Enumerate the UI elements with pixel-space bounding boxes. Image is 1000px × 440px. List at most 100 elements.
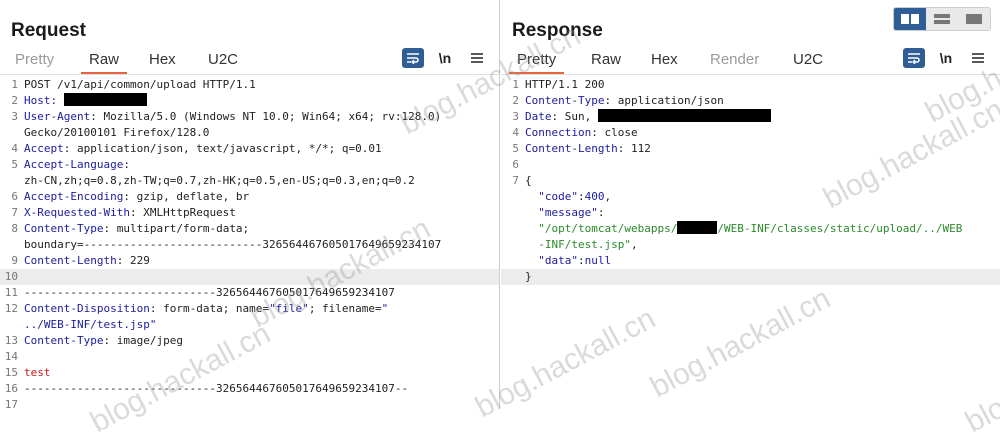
- token: Connection: [525, 126, 592, 139]
- token: :: [577, 190, 585, 203]
- code-line: 4 Connection: close: [501, 125, 1000, 141]
- line-text: {: [525, 173, 532, 189]
- line-number: 3: [512, 110, 519, 123]
- token: Content-Type: [525, 94, 605, 107]
- token: "data": [525, 254, 578, 267]
- layout-stacked-button[interactable]: [926, 8, 958, 30]
- line-text: POST /v1/api/common/upload HTTP/1.1: [24, 77, 256, 93]
- token: -INF/test.jsp": [525, 238, 631, 251]
- line-text: Content-Type: application/json: [525, 93, 724, 109]
- token: X-Requested-With: [24, 206, 130, 219]
- request-tab-raw[interactable]: Raw: [80, 50, 128, 74]
- response-tab-hex[interactable]: Hex: [651, 50, 678, 70]
- token: : Sun,: [551, 110, 598, 123]
- code-line: boundary=---------------------------3265…: [0, 237, 499, 253]
- code-line: 5 Content-Length: 112: [501, 141, 1000, 157]
- code-line: Gecko/20100101 Firefox/128.0: [0, 125, 499, 141]
- line-text: Accept-Encoding: gzip, deflate, br: [24, 189, 249, 205]
- line-text: Content-Disposition: form-data; name="fi…: [24, 301, 388, 317]
- code-line: 6 Accept-Encoding: gzip, deflate, br: [0, 189, 499, 205]
- code-line: "message":: [501, 205, 1000, 221]
- code-line: 7 X-Requested-With: XMLHttpRequest: [0, 205, 499, 221]
- token: -----------------------------32656446760…: [24, 286, 395, 299]
- line-text: boundary=---------------------------3265…: [24, 237, 441, 253]
- response-newline-toggle[interactable]: \n: [935, 48, 957, 68]
- line-text: "data":null: [525, 253, 611, 269]
- request-tab-u2c[interactable]: U2C: [208, 50, 238, 70]
- line-text: Content-Type: multipart/form-data;: [24, 221, 249, 237]
- token: ; filename=: [308, 302, 382, 315]
- line-number: 9: [11, 254, 18, 267]
- layout-single-button[interactable]: [958, 8, 990, 30]
- request-title: Request: [11, 20, 86, 41]
- line-text: -INF/test.jsp",: [525, 237, 637, 253]
- code-line: "data":null: [501, 253, 1000, 269]
- line-number: 11: [4, 286, 18, 299]
- line-text: Date: Sun,: [525, 109, 771, 125]
- token: : XMLHttpRequest: [129, 206, 236, 219]
- code-line: 10: [0, 269, 499, 285]
- code-line: "code":400,: [501, 189, 1000, 205]
- token: User-Agent: [24, 110, 91, 123]
- token: "message": [525, 206, 598, 219]
- code-line: 7{: [501, 173, 1000, 189]
- request-tab-hex[interactable]: Hex: [149, 50, 176, 70]
- token: ": [381, 302, 389, 315]
- hamburger-menu-icon: [471, 53, 483, 63]
- line-text: Content-Type: image/jpeg: [24, 333, 183, 349]
- code-line: 12 Content-Disposition: form-data; name="…: [0, 301, 499, 317]
- response-tab-raw[interactable]: Raw: [591, 50, 621, 70]
- response-pretty-print-button[interactable]: [903, 48, 925, 68]
- token: : gzip, deflate, br: [123, 190, 250, 203]
- code-line: 15 test: [0, 365, 499, 381]
- response-menu-button[interactable]: [967, 48, 989, 68]
- token: "file": [269, 302, 309, 315]
- line-number: 2: [11, 94, 18, 107]
- token: Content-Disposition: [24, 302, 150, 315]
- line-text: HTTP/1.1 200: [525, 77, 604, 93]
- response-tab-u2c[interactable]: U2C: [793, 50, 823, 70]
- line-number: 1: [512, 78, 519, 91]
- token: Content-Length: [525, 142, 618, 155]
- line-text: Content-Length: 229: [24, 253, 150, 269]
- wrap-lines-icon: [908, 53, 920, 64]
- request-tab-pretty[interactable]: Pretty: [15, 50, 54, 70]
- line-text: Connection: close: [525, 125, 638, 141]
- line-text: X-Requested-With: XMLHttpRequest: [24, 205, 236, 221]
- request-editor[interactable]: 1 POST /v1/api/common/upload HTTP/1.1 2 Hos…: [0, 77, 499, 409]
- code-line: 2 Host:: [0, 93, 499, 109]
- response-tab-pretty[interactable]: Pretty: [508, 50, 565, 74]
- token: Host:: [24, 94, 58, 107]
- line-number: 13: [4, 334, 18, 347]
- line-number: 3: [11, 110, 18, 123]
- line-number: 16: [4, 382, 18, 395]
- token: POST /v1/api/common/upload HTTP/1.1: [24, 78, 256, 91]
- line-text: Gecko/20100101 Firefox/128.0: [24, 125, 209, 141]
- token: zh-CN,zh;q=0.8,zh-TW;q=0.7,zh-HK;q=0.5,e…: [24, 174, 415, 187]
- token: :: [577, 254, 585, 267]
- response-tab-render[interactable]: Render: [710, 50, 759, 70]
- token: /WEB-INF/classes/static/upload/../WEB: [717, 222, 963, 235]
- line-text: Content-Length: 112: [525, 141, 651, 157]
- request-menu-button[interactable]: [466, 48, 488, 68]
- request-pretty-print-button[interactable]: [402, 48, 424, 68]
- line-text: test: [24, 365, 51, 381]
- token: Accept-Language: [24, 158, 124, 171]
- code-line: 3 Date: Sun,: [501, 109, 1000, 125]
- request-newline-toggle[interactable]: \n: [434, 48, 456, 68]
- token: :: [597, 206, 605, 219]
- code-line: 3 User-Agent: Mozilla/5.0 (Windows NT 10.…: [0, 109, 499, 125]
- code-line: 17: [0, 397, 499, 409]
- response-title: Response: [512, 20, 603, 41]
- line-number: 4: [512, 126, 519, 139]
- request-pane: Request Pretty Raw Hex U2C \n 1 POST /v1/…: [0, 0, 500, 409]
- line-number: 14: [4, 350, 18, 363]
- token: -----------------------------32656446760…: [24, 382, 409, 395]
- redaction-block: [677, 221, 718, 234]
- code-line: 13 Content-Type: image/jpeg: [0, 333, 499, 349]
- layout-side-by-side-button[interactable]: [894, 8, 926, 30]
- line-number: 2: [512, 94, 519, 107]
- response-editor[interactable]: 1 HTTP/1.1 200 2 Content-Type: application/…: [501, 77, 1000, 409]
- token: Content-Type: [24, 334, 104, 347]
